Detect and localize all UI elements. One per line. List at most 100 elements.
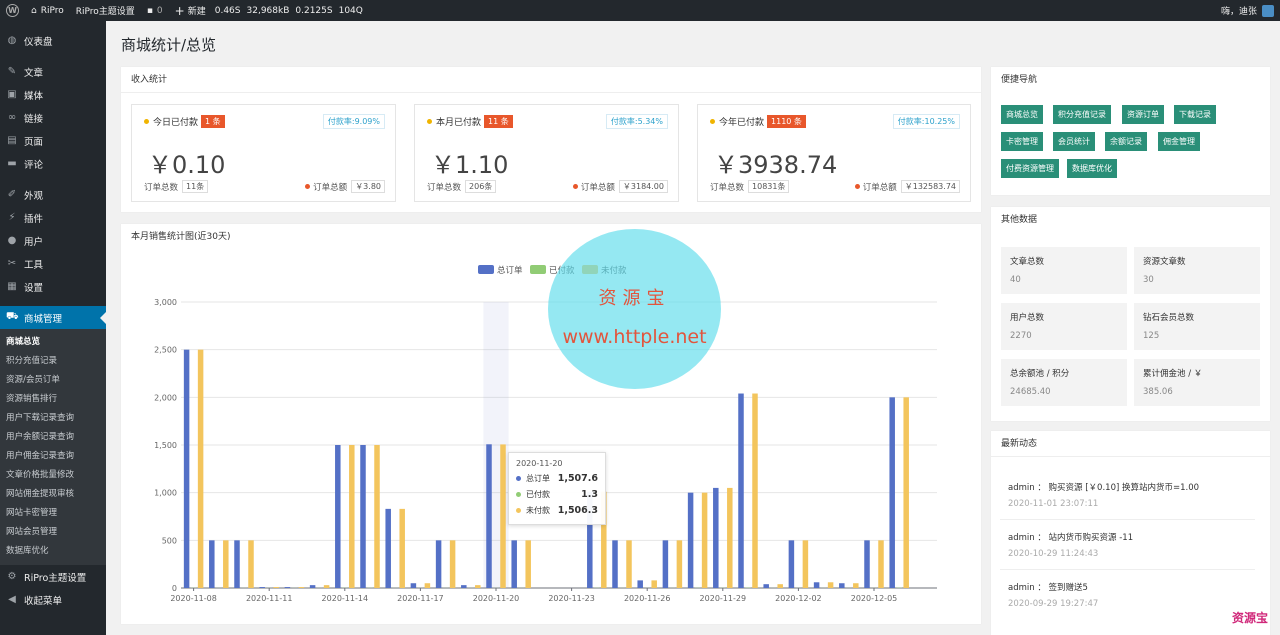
sidebar-item-links[interactable]: ∞ 链接 bbox=[0, 106, 106, 129]
y-tick-label: 1,500 bbox=[154, 441, 177, 450]
order-total: ￥3184.00 bbox=[618, 180, 668, 193]
x-tick-label: 2020-11-26 bbox=[624, 594, 671, 603]
news-item: admin ： 站内货币购买资源 -11 2020-10-29 11:24:43 bbox=[1008, 533, 1134, 559]
brush-icon: ✐ bbox=[7, 189, 17, 200]
stat-tile: 累计佣金池 / ￥ 385.06 bbox=[1134, 359, 1260, 406]
quick-nav-button[interactable]: 商城总览 bbox=[1001, 105, 1043, 124]
quick-nav-button[interactable]: 数据库优化 bbox=[1067, 159, 1117, 178]
stat-tile: 钻石会员总数 125 bbox=[1134, 303, 1260, 350]
status-dot bbox=[572, 184, 578, 189]
bar bbox=[511, 540, 517, 588]
x-tick-label: 2020-11-20 bbox=[473, 594, 520, 603]
legend-swatch bbox=[530, 265, 546, 274]
theme-settings-link[interactable]: RiPro主题设置 bbox=[70, 0, 141, 21]
quick-nav-button[interactable]: 余额记录 bbox=[1105, 132, 1147, 151]
submenu-item[interactable]: 资源销售排行 bbox=[0, 390, 106, 409]
collapse-icon: ◀ bbox=[8, 594, 16, 605]
bar bbox=[183, 349, 190, 588]
submenu-item[interactable]: 用户余额记录查询 bbox=[0, 428, 106, 447]
sidebar-item-pages[interactable]: ▤ 页面 bbox=[0, 129, 106, 152]
sidebar-item-media[interactable]: ▣ 媒体 bbox=[0, 83, 106, 106]
divider bbox=[1000, 519, 1255, 520]
x-tick-label: 2020-11-29 bbox=[700, 594, 747, 603]
bar bbox=[676, 540, 683, 588]
series-dot bbox=[516, 508, 521, 513]
y-tick-label: 2,500 bbox=[154, 346, 177, 355]
corner-watermark: 资源宝 bbox=[1232, 611, 1269, 625]
admin-bar: W ⌂ RiPro RiPro主题设置 ▪ 0 + 新建 0.46S 32,968kB… bbox=[0, 0, 1280, 21]
bar bbox=[827, 582, 834, 588]
bar bbox=[209, 540, 215, 588]
bar bbox=[298, 587, 305, 588]
page-icon: ▤ bbox=[7, 135, 17, 146]
account-menu[interactable]: 嗨，迪张 bbox=[1215, 0, 1280, 21]
sidebar-item-plugins[interactable]: ⚡ 插件 bbox=[0, 206, 106, 229]
sidebar-item-posts[interactable]: ✎ 文章 bbox=[0, 60, 106, 83]
bar bbox=[853, 583, 859, 588]
count-badge: 1110 条 bbox=[767, 115, 806, 128]
new-content-link[interactable]: + 新建 bbox=[169, 0, 212, 21]
pay-rate: 付款率:9.09% bbox=[322, 114, 385, 129]
y-tick-label: 3,000 bbox=[154, 298, 177, 307]
avatar bbox=[1262, 4, 1274, 17]
sidebar-item-settings[interactable]: ▦ 设置 bbox=[0, 275, 106, 298]
submenu-item[interactable]: 资源/会员订单 bbox=[0, 371, 106, 390]
quick-nav-button[interactable]: 下载记录 bbox=[1174, 105, 1216, 124]
collapse-menu-button[interactable]: ◀ 收起菜单 bbox=[0, 588, 106, 611]
watermark-text: 资源宝 bbox=[598, 288, 671, 309]
x-tick-label: 2020-12-05 bbox=[851, 594, 898, 603]
bar bbox=[752, 393, 758, 588]
submenu-item[interactable]: 文章价格批量修改 bbox=[0, 466, 106, 485]
bar bbox=[777, 584, 783, 588]
submenu-item[interactable]: 网站卡密管理 bbox=[0, 504, 106, 523]
stat-tile: 资源文章数 30 bbox=[1134, 247, 1260, 294]
submenu-item[interactable]: 积分充值记录 bbox=[0, 352, 106, 371]
quick-nav-button[interactable]: 卡密管理 bbox=[1001, 132, 1043, 151]
wp-logo-icon[interactable]: W bbox=[0, 0, 25, 21]
bar bbox=[813, 582, 820, 588]
submenu-item[interactable]: 用户下载记录查询 bbox=[0, 409, 106, 428]
comments-link[interactable]: ▪ 0 bbox=[141, 0, 169, 21]
sidebar-item-ripro-settings[interactable]: ⚙ RiPro主题设置 bbox=[0, 565, 106, 588]
bar bbox=[662, 540, 669, 588]
sidebar-item-users[interactable]: ● 用户 bbox=[0, 229, 106, 252]
quick-nav-button[interactable]: 佣金管理 bbox=[1158, 132, 1200, 151]
submenu-item[interactable]: 网站会员管理 bbox=[0, 523, 106, 542]
legend-label: 总订单 bbox=[497, 265, 523, 276]
bar bbox=[500, 444, 506, 588]
other-data-title: 其他数据 bbox=[1001, 215, 1038, 225]
bar bbox=[612, 540, 618, 588]
submenu-item[interactable]: 网站佣金提现审核 bbox=[0, 485, 106, 504]
paid-amount: ￥3938.74 bbox=[714, 151, 838, 179]
submenu-item[interactable]: 数据库优化 bbox=[0, 542, 106, 561]
quick-nav-button[interactable]: 积分充值记录 bbox=[1053, 105, 1111, 124]
submenu-item[interactable]: 商城总览 bbox=[0, 333, 106, 352]
submenu-item[interactable]: 用户佣金记录查询 bbox=[0, 447, 106, 466]
gear-icon: ⚙ bbox=[7, 571, 17, 582]
count-badge: 11 条 bbox=[484, 115, 513, 128]
bar bbox=[864, 540, 870, 588]
y-tick-label: 500 bbox=[162, 536, 177, 545]
site-name-link[interactable]: ⌂ RiPro bbox=[25, 0, 70, 21]
sidebar-item-dashboard[interactable]: ◍ 仪表盘 bbox=[0, 29, 106, 52]
sidebar-item-comments[interactable]: ▬ 评论 bbox=[0, 152, 106, 175]
quick-nav-button[interactable]: 会员统计 bbox=[1053, 132, 1095, 151]
media-icon: ▣ bbox=[7, 89, 17, 100]
comment-icon: ▬ bbox=[7, 158, 17, 169]
bar bbox=[486, 444, 492, 588]
sidebar-item-tools[interactable]: ✂ 工具 bbox=[0, 252, 106, 275]
bar bbox=[410, 583, 417, 588]
bar bbox=[349, 445, 355, 588]
news-title: 最新动态 bbox=[991, 431, 1270, 457]
bar bbox=[651, 580, 657, 588]
quick-nav-button[interactable]: 付费资源管理 bbox=[1001, 159, 1059, 178]
bar bbox=[839, 583, 845, 588]
sidebar-item-shop[interactable]: ⛟ 商城管理 bbox=[0, 306, 106, 329]
bar bbox=[525, 540, 531, 588]
news-item: admin ： 购买资源 [￥0.10] 换算站内货币=1.00 2020-11-… bbox=[1008, 483, 1200, 509]
quick-nav-button[interactable]: 资源订单 bbox=[1122, 105, 1164, 124]
order-count: 10831条 bbox=[748, 180, 790, 193]
sidebar-item-appearance[interactable]: ✐ 外观 bbox=[0, 183, 106, 206]
bar bbox=[475, 585, 481, 588]
shop-submenu: 商城总览 积分充值记录 资源/会员订单 资源销售排行 用户下载记录查询 用户余额… bbox=[0, 329, 106, 565]
